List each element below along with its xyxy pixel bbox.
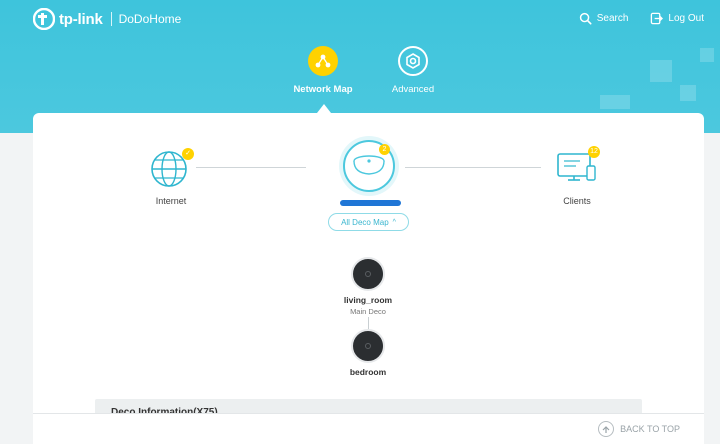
top-actions: Search Log Out [579, 12, 704, 25]
tp-link-logo[interactable]: tp-link DoDoHome [33, 8, 181, 30]
globe-icon: ✓ [150, 148, 194, 190]
arrow-up-icon [598, 421, 615, 437]
tab-network-map[interactable]: Network Map [283, 46, 363, 95]
main-tabs: Network Map Advanced [0, 46, 720, 116]
internet-node[interactable]: ✓ Internet [139, 148, 203, 206]
network-map-card: ✓ Internet 2 All Deco Map ^ 12 Clients l… [33, 113, 704, 444]
chevron-up-icon: ^ [392, 218, 396, 226]
all-deco-map-button[interactable]: All Deco Map ^ [328, 213, 409, 231]
search-button[interactable]: Search [579, 12, 629, 25]
tab-advanced-label: Advanced [391, 84, 435, 95]
main-deco-node[interactable]: 2 [339, 136, 399, 196]
search-icon [579, 12, 592, 25]
logout-icon [651, 12, 664, 25]
internet-label: Internet [155, 196, 187, 206]
check-badge-icon: ✓ [182, 148, 194, 160]
deco-name: bedroom [349, 367, 387, 377]
back-to-top-label: BACK TO TOP [620, 424, 680, 434]
internet-link-line [196, 167, 306, 168]
product-name: DoDoHome [118, 12, 182, 26]
deco-role: Main Deco [350, 307, 386, 316]
logout-button[interactable]: Log Out [650, 12, 704, 25]
clients-link-line [405, 167, 541, 168]
main-deco-badge: 2 [379, 144, 390, 155]
deco-puck-icon [351, 257, 385, 291]
bottom-bar: BACK TO TOP [33, 413, 704, 444]
deco-connector-line [368, 317, 369, 329]
clients-label: Clients [563, 196, 591, 206]
all-deco-map-label: All Deco Map [341, 217, 389, 227]
active-tab-indicator [317, 104, 331, 113]
tp-link-logo-icon [33, 8, 55, 30]
deco-puck-icon [351, 329, 385, 363]
deco-name: living_room [343, 295, 393, 305]
back-to-top-button[interactable]: BACK TO TOP [598, 421, 680, 437]
clients-node[interactable]: 12 Clients [545, 146, 609, 206]
network-map-icon [308, 46, 338, 76]
logout-label: Log Out [668, 13, 704, 24]
brand-name: tp-link [59, 10, 103, 28]
tab-network-map-label: Network Map [293, 84, 353, 95]
deco-bedroom[interactable]: bedroom [328, 329, 408, 377]
deco-living-room[interactable]: living_room Main Deco [328, 257, 408, 316]
monitor-icon: 12 [556, 146, 600, 190]
top-bar: tp-link DoDoHome Search Log Out [0, 0, 720, 42]
search-label: Search [596, 13, 629, 24]
clients-count-badge: 12 [588, 146, 600, 158]
tab-advanced[interactable]: Advanced [373, 46, 453, 95]
redacted-network-name [340, 200, 401, 206]
divider [110, 12, 112, 26]
advanced-gear-icon [398, 46, 428, 76]
main-deco-ring [339, 136, 399, 196]
